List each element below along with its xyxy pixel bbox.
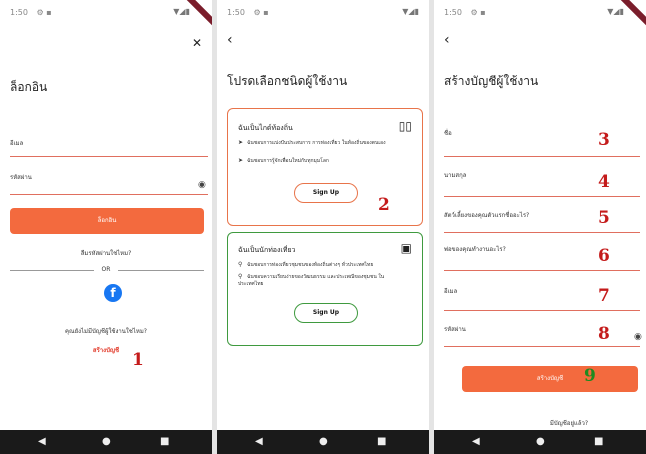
android-nav-bar: ◀ ● ■ [0, 430, 212, 454]
first-name-label: ชื่อ [444, 130, 452, 137]
pet-question-label: สัตว์เลี้ยงของคุณตัวแรกชื่ออะไร? [444, 212, 530, 219]
status-bar: 1:50 ⚙ ▪ ▼◢▮ [434, 0, 646, 28]
nav-home-icon[interactable]: ● [319, 436, 328, 448]
page-title: โปรดเลือกชนิดผู้ใช้งาน [227, 74, 348, 88]
wifi-battery-icon: ▼◢▮ [402, 7, 419, 16]
password-input[interactable] [444, 346, 640, 347]
tourist-card[interactable]: ฉันเป็นนักท่องเที่ยว ▣ ⚲ ฉันชอบการท่องเที… [227, 232, 423, 346]
eye-icon[interactable]: ◉ [198, 180, 206, 190]
annotation-number: 8 [598, 324, 610, 344]
nav-home-icon[interactable]: ● [102, 436, 111, 448]
arrow-icon: ➤ [238, 139, 244, 146]
nav-home-icon[interactable]: ● [536, 436, 545, 448]
login-screen: 1:50 ⚙ ▪ ▼◢▮ ✕ ล็อกอิน อีเมล รหัสผ่าน ◉ … [0, 0, 212, 454]
nav-back-icon[interactable]: ◀ [255, 436, 263, 448]
email-input[interactable] [444, 310, 640, 311]
password-label: รหัสผ่าน [10, 174, 32, 181]
nav-recents-icon[interactable]: ■ [160, 436, 169, 448]
annotation-number: 9 [584, 366, 596, 386]
guide-sign-up-button[interactable]: Sign Up [294, 183, 358, 203]
password-label: รหัสผ่าน [444, 326, 466, 333]
android-nav-bar: ◀ ● ■ [217, 430, 429, 454]
father-job-label: พ่อของคุณทำงานอะไร? [444, 246, 506, 253]
tourist-sign-up-button[interactable]: Sign Up [294, 303, 358, 323]
email-label: อีเมล [10, 140, 24, 147]
debug-ribbon [620, 0, 646, 26]
settings-status-icon: ⚙ ▪ [253, 8, 269, 17]
annotation-number: 1 [132, 350, 144, 370]
divider-left [10, 270, 94, 271]
map-icon: ▯▯ [398, 119, 412, 133]
nav-recents-icon[interactable]: ■ [377, 436, 386, 448]
page-title: ล็อกอิน [10, 80, 48, 94]
card-bullet: ⚲ ฉันชอบความเรียบง่ายของวัฒนธรรม และประเพ… [238, 273, 408, 288]
father-job-input[interactable] [444, 270, 640, 271]
create-account-button[interactable]: สร้างบัญชี [462, 366, 638, 392]
status-bar: 1:50 ⚙ ▪ ▼◢▮ [0, 0, 212, 28]
annotation-number: 6 [598, 246, 610, 266]
location-pin-icon: ⚲ [238, 273, 243, 280]
card-bullet: ➤ ฉันชอบการแบ่งปันประสบการ การท่องเที่ยว … [238, 139, 408, 147]
have-account-link[interactable]: มีบัญชีอยู่แล้ว? [534, 418, 604, 428]
back-arrow-icon[interactable]: ‹ [227, 32, 233, 48]
no-account-text: คุณยังไม่มีบัญชีผู้ใช้งานใช่ไหม? [65, 328, 147, 335]
location-pin-icon: ⚲ [238, 261, 243, 268]
nav-back-icon[interactable]: ◀ [38, 436, 46, 448]
annotation-number: 3 [598, 130, 610, 150]
login-button[interactable]: ล็อกอิน [10, 208, 204, 234]
last-name-input[interactable] [444, 196, 640, 197]
local-guide-card[interactable]: ฉันเป็นไกด์ท้องถิ่น ▯▯ ➤ ฉันชอบการแบ่งปัน… [227, 108, 423, 226]
annotation-number: 4 [598, 172, 610, 192]
eye-icon[interactable]: ◉ [634, 332, 642, 342]
card-title: ฉันเป็นนักท่องเที่ยว [238, 246, 296, 254]
card-bullet: ⚲ ฉันชอบการท่องเที่ยวชุมชนของท้องถิ่นต่าง… [238, 261, 408, 269]
debug-ribbon [186, 0, 212, 26]
facebook-icon[interactable]: f [104, 284, 122, 302]
settings-status-icon: ⚙ ▪ [36, 8, 52, 17]
status-time: 1:50 [227, 8, 245, 17]
briefcase-icon: ▣ [400, 241, 412, 255]
android-nav-bar: ◀ ● ■ [434, 430, 646, 454]
last-name-label: นามสกุล [444, 172, 467, 179]
or-text: OR [101, 266, 111, 273]
first-name-input[interactable] [444, 156, 640, 157]
annotation-number: 5 [598, 208, 610, 228]
card-bullet: ➤ ฉันชอบการรู้จักเพื่อนใหม่กับทุกมุมโลก [238, 157, 408, 165]
annotation-number: 7 [598, 286, 610, 306]
bullet-text: ฉันชอบการรู้จักเพื่อนใหม่กับทุกมุมโลก [247, 158, 329, 164]
status-time: 1:50 [10, 8, 28, 17]
password-input[interactable] [10, 194, 208, 195]
close-icon[interactable]: ✕ [192, 36, 202, 50]
settings-status-icon: ⚙ ▪ [470, 8, 486, 17]
forgot-password-link[interactable]: ลืมรหัสผ่านใช่ไหม? [0, 248, 212, 258]
annotation-number: 2 [378, 195, 390, 215]
user-type-screen: 1:50 ⚙ ▪ ▼◢▮ ‹ โปรดเลือกชนิดผู้ใช้งาน ฉั… [217, 0, 429, 454]
email-label: อีเมล [444, 288, 458, 295]
bullet-text: ฉันชอบการท่องเที่ยวชุมชนของท้องถิ่นต่างๆ… [247, 262, 374, 268]
page-title: สร้างบัญชีผู้ใช้งาน [444, 74, 539, 88]
nav-back-icon[interactable]: ◀ [472, 436, 480, 448]
arrow-icon: ➤ [238, 157, 244, 164]
create-account-screen: 1:50 ⚙ ▪ ▼◢▮ ‹ สร้างบัญชีผู้ใช้งาน ชื่อ … [434, 0, 646, 454]
divider-right [118, 270, 204, 271]
status-time: 1:50 [444, 8, 462, 17]
back-arrow-icon[interactable]: ‹ [444, 32, 450, 48]
nav-recents-icon[interactable]: ■ [594, 436, 603, 448]
card-title: ฉันเป็นไกด์ท้องถิ่น [238, 124, 293, 132]
pet-question-input[interactable] [444, 232, 640, 233]
bullet-text: ฉันชอบการแบ่งปันประสบการ การท่องเที่ยว ใ… [247, 140, 386, 146]
bullet-text: ฉันชอบความเรียบง่ายของวัฒนธรรม และประเพณ… [238, 274, 385, 287]
email-input[interactable] [10, 156, 208, 157]
create-account-link[interactable]: สร้างบัญชี [0, 345, 212, 355]
status-bar: 1:50 ⚙ ▪ ▼◢▮ [217, 0, 429, 28]
